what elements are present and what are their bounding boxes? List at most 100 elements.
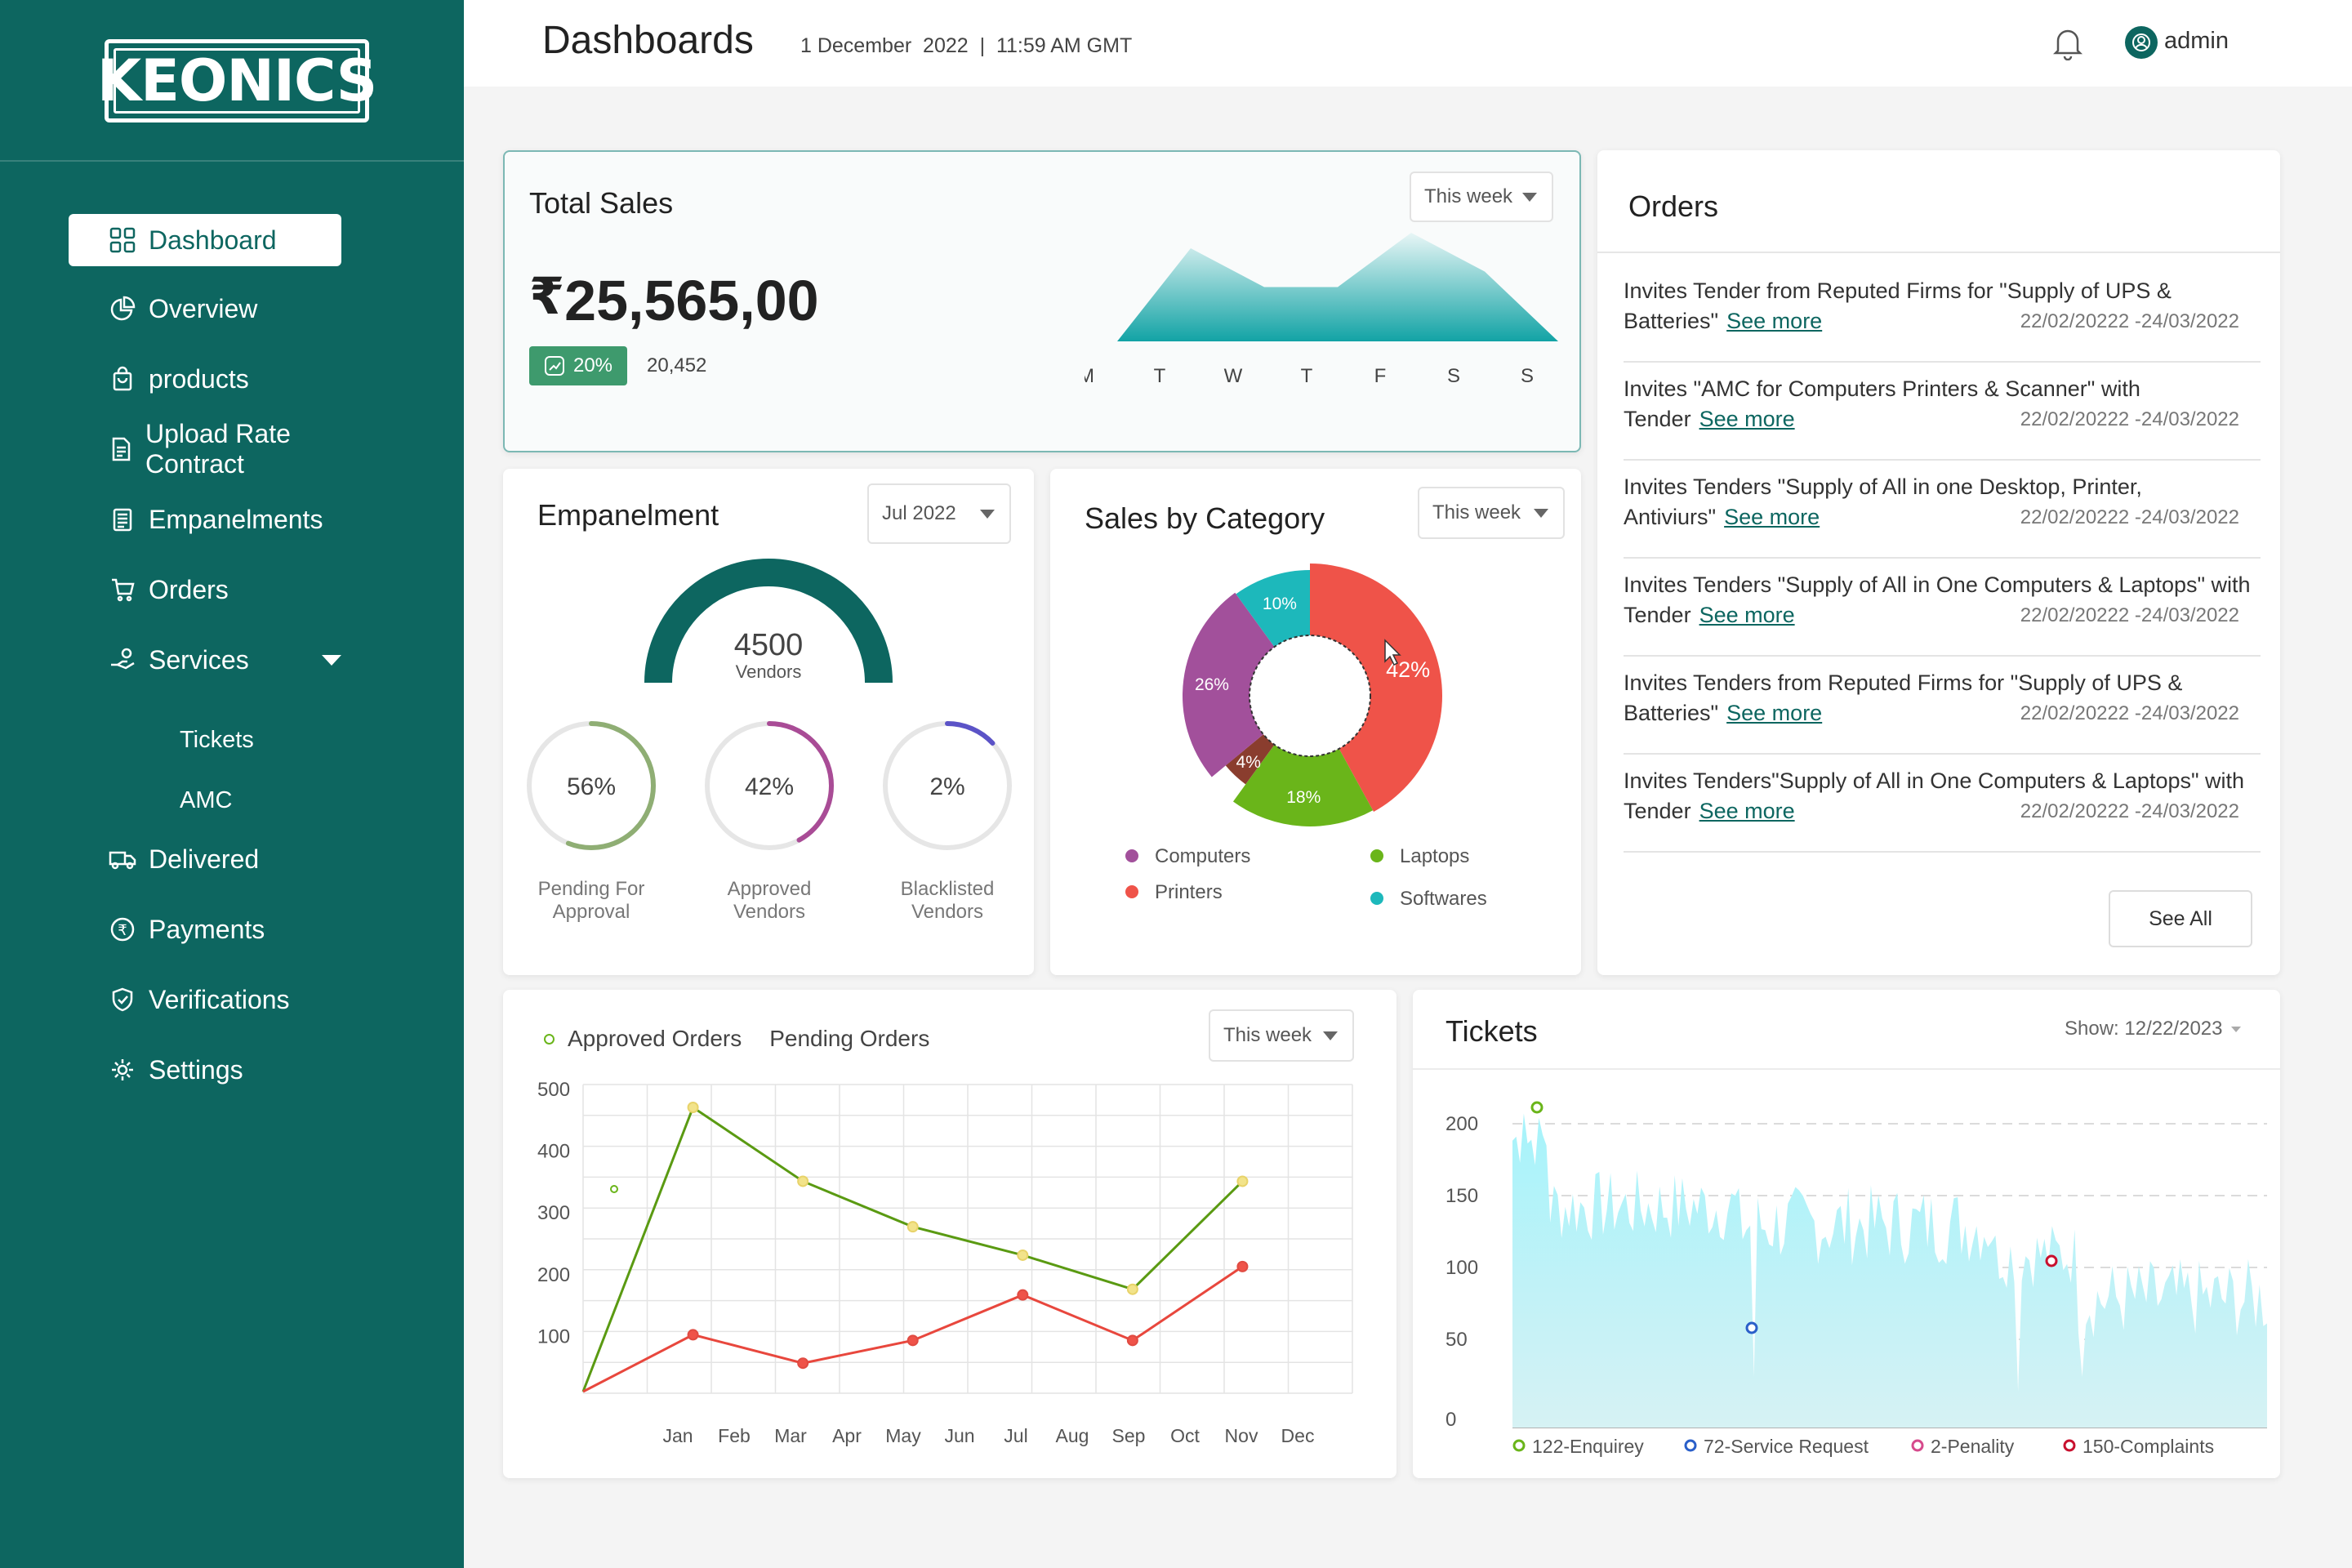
gear-icon: [108, 1055, 137, 1085]
bag-icon: [108, 364, 137, 394]
sidebar-item-orders[interactable]: Orders: [69, 564, 341, 616]
gauge-label: Vendors: [736, 662, 802, 682]
donut-hole: [1249, 635, 1371, 757]
sidebar-item-overview[interactable]: Overview: [69, 283, 341, 335]
sidebar-item-dashboard[interactable]: Dashboard: [69, 214, 341, 266]
total-sales-amount: ₹25,565,00: [529, 266, 819, 333]
data-point[interactable]: [1126, 1334, 1138, 1347]
top-header: Dashboards 1 December 2022 | 11:59 AM GM…: [464, 0, 2352, 87]
legend-label[interactable]: 72-Service Request: [1704, 1436, 1869, 1457]
order-list-item: Invites Tenders "Supply of All in One Co…: [1624, 559, 2261, 657]
total-sales-title: Total Sales: [529, 186, 674, 220]
data-point[interactable]: [797, 1175, 809, 1187]
enquiry-marker[interactable]: [1530, 1101, 1544, 1114]
see-more-link[interactable]: See more: [1724, 505, 1820, 529]
order-date-range: 22/02/20222 -24/03/2022: [2020, 506, 2239, 528]
data-point[interactable]: [906, 1334, 919, 1347]
total-sales-area-chart: MTWTFSS: [1085, 233, 1558, 387]
category-donut-chart: 42%18%4%26%10%Computers LaptopsPrinters So…: [1125, 564, 1487, 910]
donut-slice-label: 10%: [1263, 595, 1297, 613]
legend-label: Softwares: [1400, 888, 1487, 910]
data-point[interactable]: [1126, 1283, 1138, 1295]
data-point[interactable]: [906, 1221, 919, 1233]
progress-ring-label: Approved: [728, 878, 812, 900]
data-point[interactable]: [1236, 1260, 1249, 1272]
amount-value: 25,565,00: [564, 269, 819, 332]
orders-card: Orders Invites Tender from Reputed Firms…: [1597, 150, 2280, 975]
y-tick-label: 100: [537, 1325, 570, 1348]
legend-dot: [1125, 849, 1138, 862]
order-list-item: Invites Tenders "Supply of All in one De…: [1624, 461, 2261, 559]
sidebar-item-empanelments[interactable]: Empanelments: [69, 493, 341, 546]
data-point[interactable]: [1236, 1175, 1249, 1187]
progress-ring-value: 42%: [745, 773, 794, 800]
sidebar-item-verifications[interactable]: Verifications: [69, 973, 341, 1026]
sidebar-item-delivered[interactable]: Delivered: [69, 833, 341, 885]
legend-label[interactable]: 2-Penality: [1931, 1436, 2015, 1457]
currency-symbol: ₹: [529, 269, 565, 325]
document-icon: [108, 434, 134, 464]
order-date-range: 22/02/20222 -24/03/2022: [2020, 310, 2239, 332]
legend-label[interactable]: 122-Enquirey: [1532, 1436, 1644, 1457]
sidebar-item-label: Upload Rate Contract: [145, 419, 291, 479]
sales-x-tick: M: [1085, 365, 1094, 387]
y-tick-label: 300: [537, 1202, 570, 1224]
y-tick-label: 0: [1446, 1409, 1456, 1431]
legend-dot: [1370, 849, 1383, 862]
order-date-range: 22/02/20222 -24/03/2022: [2020, 408, 2239, 430]
keonics-logo: KEONICS: [97, 39, 377, 122]
user-name[interactable]: admin: [2164, 28, 2229, 55]
sales-x-tick: T: [1154, 365, 1166, 387]
sidebar-subitem-amc[interactable]: AMC: [180, 787, 232, 814]
legend-label[interactable]: 150-Complaints: [2082, 1436, 2214, 1457]
service-request-marker[interactable]: [1745, 1321, 1758, 1334]
donut-slice-label: 18%: [1286, 788, 1321, 807]
sidebar-subitem-tickets[interactable]: Tickets: [180, 727, 254, 754]
see-more-link[interactable]: See more: [1699, 407, 1795, 431]
see-all-button[interactable]: See All: [2109, 890, 2252, 947]
bell-icon[interactable]: [2051, 24, 2084, 65]
sidebar-item-label: Services: [149, 644, 249, 675]
data-point[interactable]: [687, 1102, 699, 1113]
complaints-marker[interactable]: [2045, 1254, 2058, 1267]
see-more-link[interactable]: See more: [1699, 799, 1795, 823]
legend-marker: [2063, 1439, 2076, 1452]
data-point[interactable]: [797, 1357, 809, 1370]
sales-area: [1117, 233, 1558, 341]
progress-ring-value: 2%: [929, 773, 964, 800]
pie-chart-icon: [108, 294, 137, 323]
x-tick-label: Mar: [774, 1425, 807, 1446]
sidebar-item-products[interactable]: products: [69, 353, 341, 405]
user-avatar-icon[interactable]: [2125, 26, 2158, 59]
order-list-item: Invites Tender from Reputed Firms for "S…: [1624, 265, 2261, 363]
tickets-area: [1512, 1113, 2267, 1428]
sidebar-item-label: Settings: [149, 1054, 243, 1085]
x-tick-label: Feb: [718, 1425, 751, 1446]
see-more-link[interactable]: See more: [1699, 603, 1795, 627]
legend-dot: [1370, 892, 1383, 905]
legend-marker: [1512, 1439, 1526, 1452]
empanelment-card: Empanelment Jul 2022 4500 Vendors 56% Pen…: [503, 469, 1034, 975]
chevron-down-icon[interactable]: [322, 654, 341, 666]
see-more-link[interactable]: See more: [1726, 309, 1822, 333]
ledger-icon: [108, 505, 137, 534]
data-point[interactable]: [1017, 1249, 1029, 1261]
sidebar-item-payments[interactable]: ₹ Payments: [69, 903, 341, 956]
x-tick-label: Oct: [1170, 1425, 1200, 1446]
sidebar-item-settings[interactable]: Settings: [69, 1044, 341, 1096]
total-sales-period-dropdown[interactable]: This week: [1410, 172, 1553, 222]
sidebar-item-label: Dashboard: [149, 225, 277, 255]
progress-ring-label: Blacklisted: [901, 878, 995, 900]
sales-x-tick: F: [1374, 365, 1387, 387]
data-point[interactable]: [1017, 1289, 1029, 1301]
legend-label: Printers: [1155, 881, 1223, 903]
data-point[interactable]: [687, 1329, 699, 1341]
stray-marker: [610, 1185, 618, 1193]
sidebar-item-upload-rate-contract[interactable]: Upload Rate Contract: [69, 419, 341, 479]
see-more-link[interactable]: See more: [1726, 701, 1822, 725]
y-tick-label: 50: [1446, 1329, 1468, 1351]
y-tick-label: 150: [1446, 1185, 1478, 1207]
y-tick-label: 200: [537, 1264, 570, 1286]
sidebar-item-services[interactable]: Services: [69, 634, 341, 686]
donut-slice-label: 4%: [1236, 753, 1261, 772]
